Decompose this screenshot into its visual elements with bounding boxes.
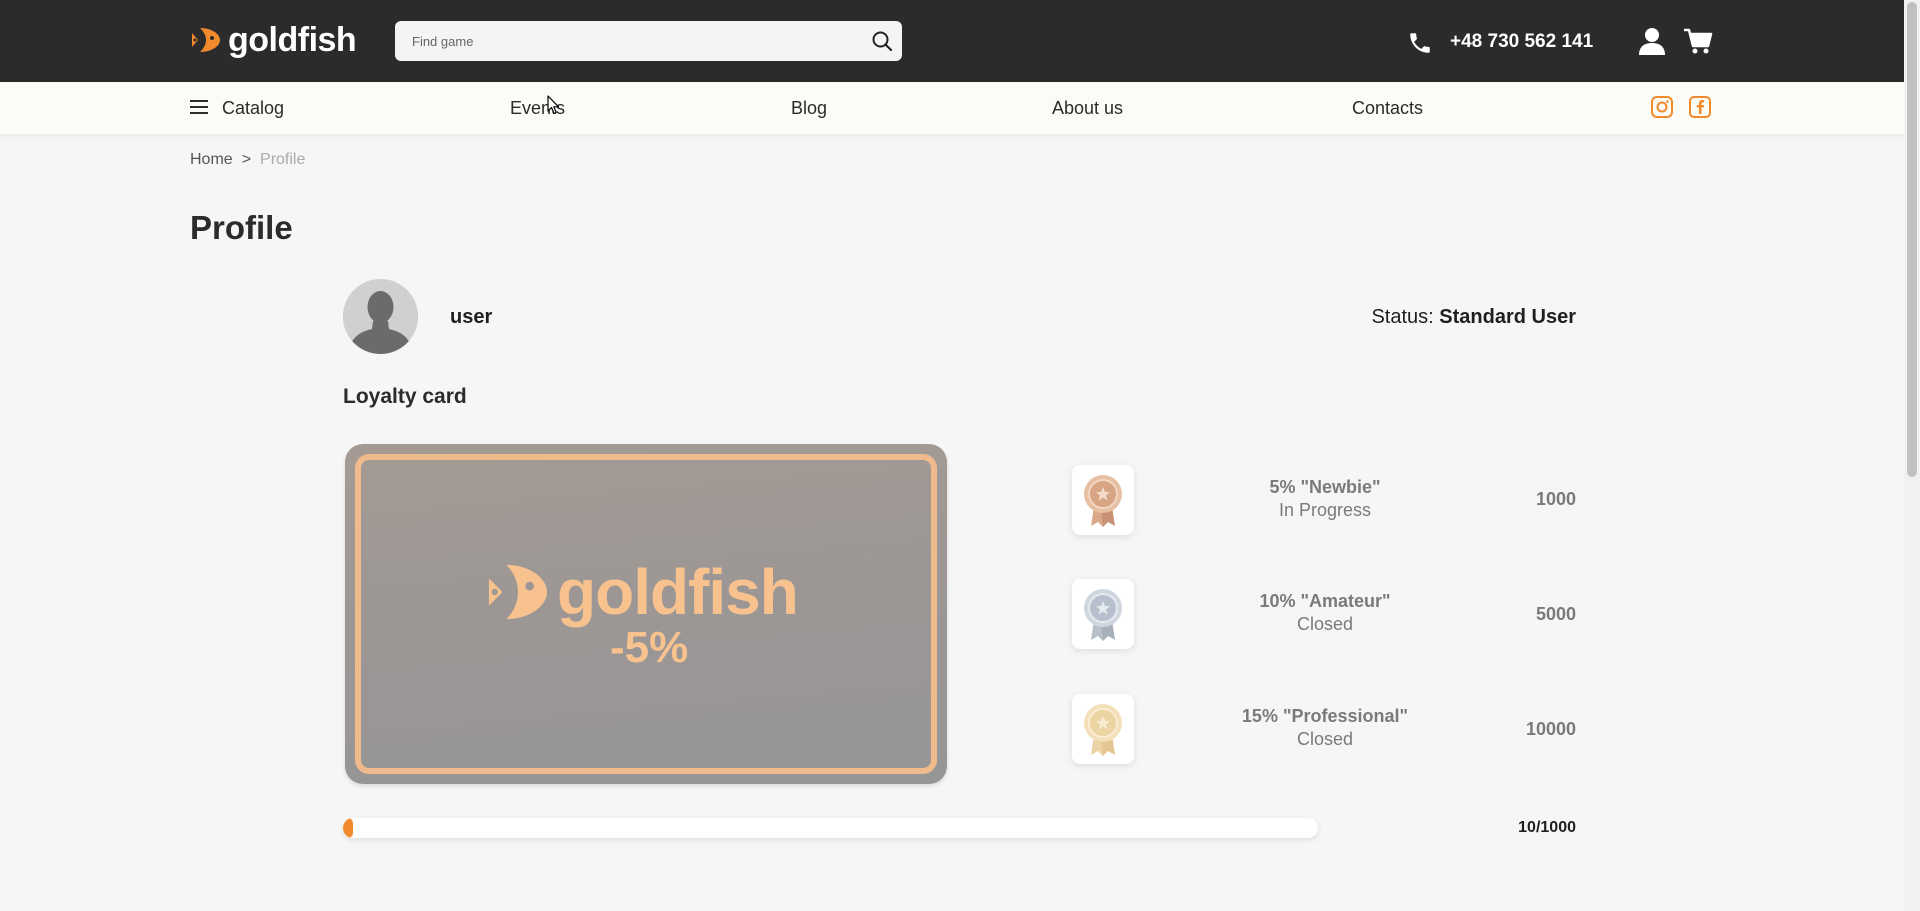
page-scrollbar[interactable] [1904,0,1920,911]
breadcrumb: Home > Profile [190,150,305,170]
mouse-cursor-icon [547,95,560,115]
loyalty-card: goldfish -5% [345,444,947,784]
tier-name: 15% "Professional" [1241,706,1409,726]
tier-points: 10000 [1525,719,1576,739]
phone-icon[interactable] [1407,30,1433,56]
user-silhouette-icon [343,279,418,354]
avatar [343,279,418,354]
nav-catalog[interactable]: Catalog [222,96,284,120]
tier-points: 5000 [1535,604,1576,624]
nav-contacts[interactable]: Contacts [1352,96,1423,120]
tier-name: 10% "Amateur" [1259,591,1391,611]
tier-state: Closed [1296,614,1354,634]
search-icon[interactable] [870,29,894,53]
tier-points: 1000 [1535,489,1576,509]
status-value: Standard User [1439,306,1576,328]
tier-state: Closed [1296,729,1354,749]
search-box [395,21,902,61]
loyalty-card-title: Loyalty card [343,385,467,408]
card-logo: goldfish [487,556,799,628]
nav-bar: Catalog Events Blog About us Contacts [0,82,1904,134]
page-title: Profile [190,209,293,246]
card-brand: goldfish [557,556,799,628]
breadcrumb-separator: > [241,151,252,168]
goldfish-logo-icon [488,564,548,620]
bronze-medal-icon [1084,475,1122,527]
scrollbar-thumb[interactable] [1907,2,1917,477]
tier-info: 10% "Amateur" Closed [1205,590,1445,636]
goldfish-logo-icon [192,28,220,52]
nav-about-us[interactable]: About us [1052,96,1123,120]
gold-medal-icon [1084,704,1122,756]
breadcrumb-home[interactable]: Home [190,151,233,168]
tier-medal [1072,579,1134,649]
logo[interactable]: goldfish [190,20,357,60]
tier-medal [1072,465,1134,535]
card-discount: -5% [610,623,689,672]
tier-medal [1072,694,1134,764]
tier-state: In Progress [1278,500,1372,520]
tier-info: 15% "Professional" Closed [1205,705,1445,751]
breadcrumb-current: Profile [260,151,306,168]
cart-icon[interactable] [1682,25,1714,57]
progress-fill [343,818,353,838]
hamburger-menu-icon[interactable] [190,99,208,115]
status-label: Status: [1371,306,1434,328]
tier-name: 5% "Newbie" [1269,477,1381,497]
nav-blog[interactable]: Blog [791,96,827,120]
top-bar: goldfish +48 730 562 141 [0,0,1904,82]
instagram-icon[interactable] [1649,94,1675,120]
user-account-icon[interactable] [1636,25,1668,57]
username: user [450,306,493,328]
loyalty-progress-bar [343,818,1318,838]
phone-number[interactable]: +48 730 562 141 [1450,30,1593,54]
search-input[interactable] [395,21,902,61]
tier-info: 5% "Newbie" In Progress [1205,476,1445,522]
progress-label: 10/1000 [1518,819,1576,836]
logo-text: goldfish [228,21,357,59]
facebook-icon[interactable] [1687,94,1713,120]
user-status: Status: Standard User [1371,305,1576,329]
silver-medal-icon [1084,589,1122,641]
